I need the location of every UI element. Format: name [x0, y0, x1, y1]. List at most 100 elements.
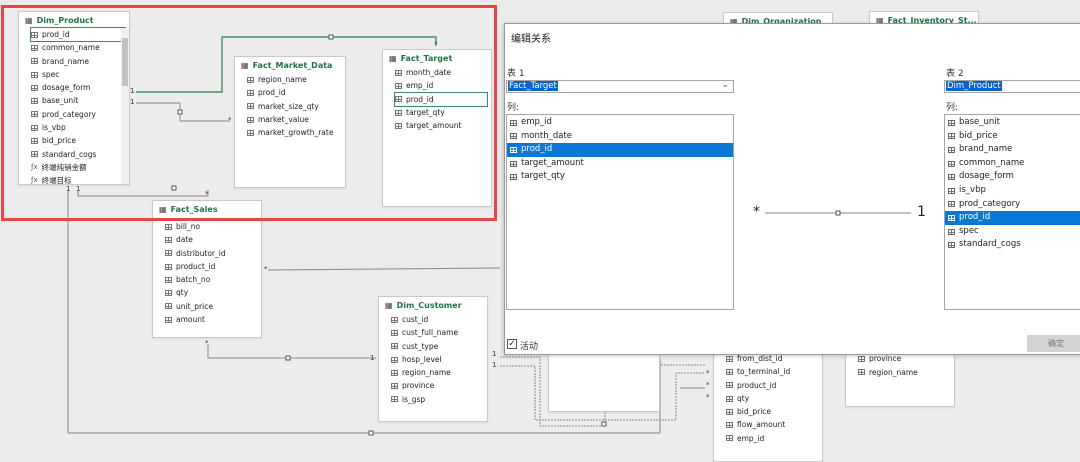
field-name: product_id: [176, 261, 216, 271]
field-row[interactable]: market_size_qty: [247, 100, 345, 113]
table-title[interactable]: ▦ Fact_Target: [383, 50, 491, 66]
field-row[interactable]: to_terminal_id: [726, 365, 822, 378]
field-name: dosage_form: [42, 83, 91, 93]
field-row[interactable]: qty: [165, 286, 261, 299]
column-icon: [726, 395, 733, 402]
table-fact-market-data[interactable]: ▦ Fact_Market_Data region_name prod_id mark…: [234, 56, 346, 188]
field-row[interactable]: target_qty: [395, 106, 491, 119]
column-option[interactable]: spec: [945, 225, 1080, 239]
table1-columns-list[interactable]: emp_id month_date prod_id target_amount targ…: [506, 114, 734, 310]
column-icon: [395, 96, 402, 103]
column-option[interactable]: bid_price: [945, 130, 1080, 144]
table-flow[interactable]: from_dist_id to_terminal_id product_id qty b…: [713, 345, 823, 462]
field-row[interactable]: province: [391, 379, 487, 392]
table-title[interactable]: ▦ Dim_Customer: [379, 297, 487, 313]
chevron-down-icon[interactable]: ⌄: [721, 80, 729, 91]
field-row[interactable]: product_id: [726, 379, 822, 392]
field-row[interactable]: unit_price: [165, 300, 261, 313]
column-option[interactable]: prod_id: [507, 143, 733, 157]
field-row[interactable]: market_growth_rate: [247, 126, 345, 139]
active-checkbox[interactable]: ✓: [507, 339, 517, 349]
column-icon: [948, 174, 955, 181]
edit-relationship-dialog[interactable]: 编辑关系 表 1 Fact_Target ⌄ 列: emp_id month_da…: [504, 23, 1080, 355]
rel-card-one: 1: [130, 87, 135, 95]
table-dim-customer[interactable]: ▦ Dim_Customer cust_id cust_full_name cust_…: [378, 296, 488, 422]
rel-card-one: 1: [492, 350, 497, 358]
scrollbar[interactable]: [121, 28, 129, 184]
field-row[interactable]: standard_cogs: [31, 148, 129, 161]
field-row[interactable]: cust_full_name: [391, 326, 487, 339]
field-row[interactable]: dosage_form: [31, 81, 129, 94]
field-row[interactable]: spec: [31, 68, 129, 81]
field-row[interactable]: month_date: [395, 66, 491, 79]
field-row[interactable]: is_gsp: [391, 393, 487, 406]
field-row[interactable]: target_amount: [395, 119, 491, 132]
column-option[interactable]: emp_id: [507, 116, 733, 130]
field-row[interactable]: region_name: [391, 366, 487, 379]
table2-columns-list[interactable]: base_unit bid_price brand_name common_name d…: [944, 114, 1080, 310]
field-row[interactable]: cust_id: [391, 313, 487, 326]
field-row[interactable]: market_value: [247, 113, 345, 126]
column-option[interactable]: prod_category: [945, 198, 1080, 212]
column-name: standard_cogs: [959, 239, 1021, 250]
table-title[interactable]: ▦ Dim_Product: [19, 12, 129, 28]
field-row[interactable]: brand_name: [31, 55, 129, 68]
cardinality-line: [765, 210, 911, 216]
column-name: target_qty: [521, 171, 565, 182]
field-row[interactable]: hosp_level: [391, 353, 487, 366]
field-row[interactable]: bill_no: [165, 220, 261, 233]
column-icon: [165, 236, 172, 243]
field-row[interactable]: amount: [165, 313, 261, 326]
ok-button[interactable]: 确定: [1027, 335, 1080, 352]
field-row[interactable]: cust_type: [391, 340, 487, 353]
field-row[interactable]: emp_id: [726, 432, 822, 445]
table-fact-sales[interactable]: ▦ Fact_Sales bill_no date distributor_id pro…: [152, 200, 262, 338]
column-option[interactable]: target_amount: [507, 157, 733, 171]
field-row[interactable]: ƒx 终端目标: [31, 174, 129, 187]
field-row[interactable]: common_name: [31, 41, 129, 54]
column-option[interactable]: prod_id: [945, 211, 1080, 225]
field-name: is_vbp: [42, 123, 66, 133]
field-row[interactable]: prod_id: [394, 91, 488, 107]
table-title[interactable]: ▦ Fact_Market_Data: [235, 57, 345, 73]
field-row[interactable]: batch_no: [165, 273, 261, 286]
field-row[interactable]: prod_id: [247, 86, 345, 99]
table-fact-target[interactable]: ▦ Fact_Target month_date emp_id prod_id targ…: [382, 49, 492, 207]
cardinality-many: *: [753, 204, 760, 220]
field-row[interactable]: distributor_id: [165, 247, 261, 260]
scroll-thumb[interactable]: [122, 38, 128, 86]
table1-select[interactable]: Fact_Target ⌄: [506, 80, 734, 93]
field-row[interactable]: product_id: [165, 260, 261, 273]
column-option[interactable]: standard_cogs: [945, 238, 1080, 252]
field-row[interactable]: prod_category: [31, 108, 129, 121]
column-option[interactable]: dosage_form: [945, 170, 1080, 184]
field-row[interactable]: qty: [726, 392, 822, 405]
field-row[interactable]: region_name: [247, 73, 345, 86]
column-option[interactable]: common_name: [945, 157, 1080, 171]
column-icon: [165, 316, 172, 323]
field-name: bid_price: [42, 136, 77, 146]
column-icon: [391, 396, 398, 403]
column-option[interactable]: brand_name: [945, 143, 1080, 157]
column-option[interactable]: is_vbp: [945, 184, 1080, 198]
table-hidden[interactable]: [548, 345, 660, 412]
table-title[interactable]: ▦ Fact_Sales: [153, 201, 261, 217]
field-row[interactable]: bid_price: [31, 134, 129, 147]
field-row[interactable]: is_vbp: [31, 121, 129, 134]
field-list: bill_no date distributor_id product_idbatch…: [153, 220, 261, 326]
field-row[interactable]: ƒx 终端纯销金额: [31, 161, 129, 174]
field-row[interactable]: prod_id: [30, 26, 126, 43]
field-row[interactable]: date: [165, 233, 261, 246]
field-row[interactable]: region_name: [858, 366, 954, 379]
field-row[interactable]: emp_id: [395, 79, 491, 92]
table2-select[interactable]: Dim_Product: [944, 80, 1080, 93]
field-name: month_date: [406, 68, 452, 77]
column-option[interactable]: target_qty: [507, 170, 733, 184]
column-icon: [948, 119, 955, 126]
field-row[interactable]: bid_price: [726, 405, 822, 418]
column-option[interactable]: month_date: [507, 130, 733, 144]
table-dim-product[interactable]: ▦ Dim_Product prod_id common_name brand_nam…: [18, 11, 130, 185]
field-row[interactable]: base_unit: [31, 94, 129, 107]
column-option[interactable]: base_unit: [945, 116, 1080, 130]
field-row[interactable]: flow_amount: [726, 418, 822, 431]
